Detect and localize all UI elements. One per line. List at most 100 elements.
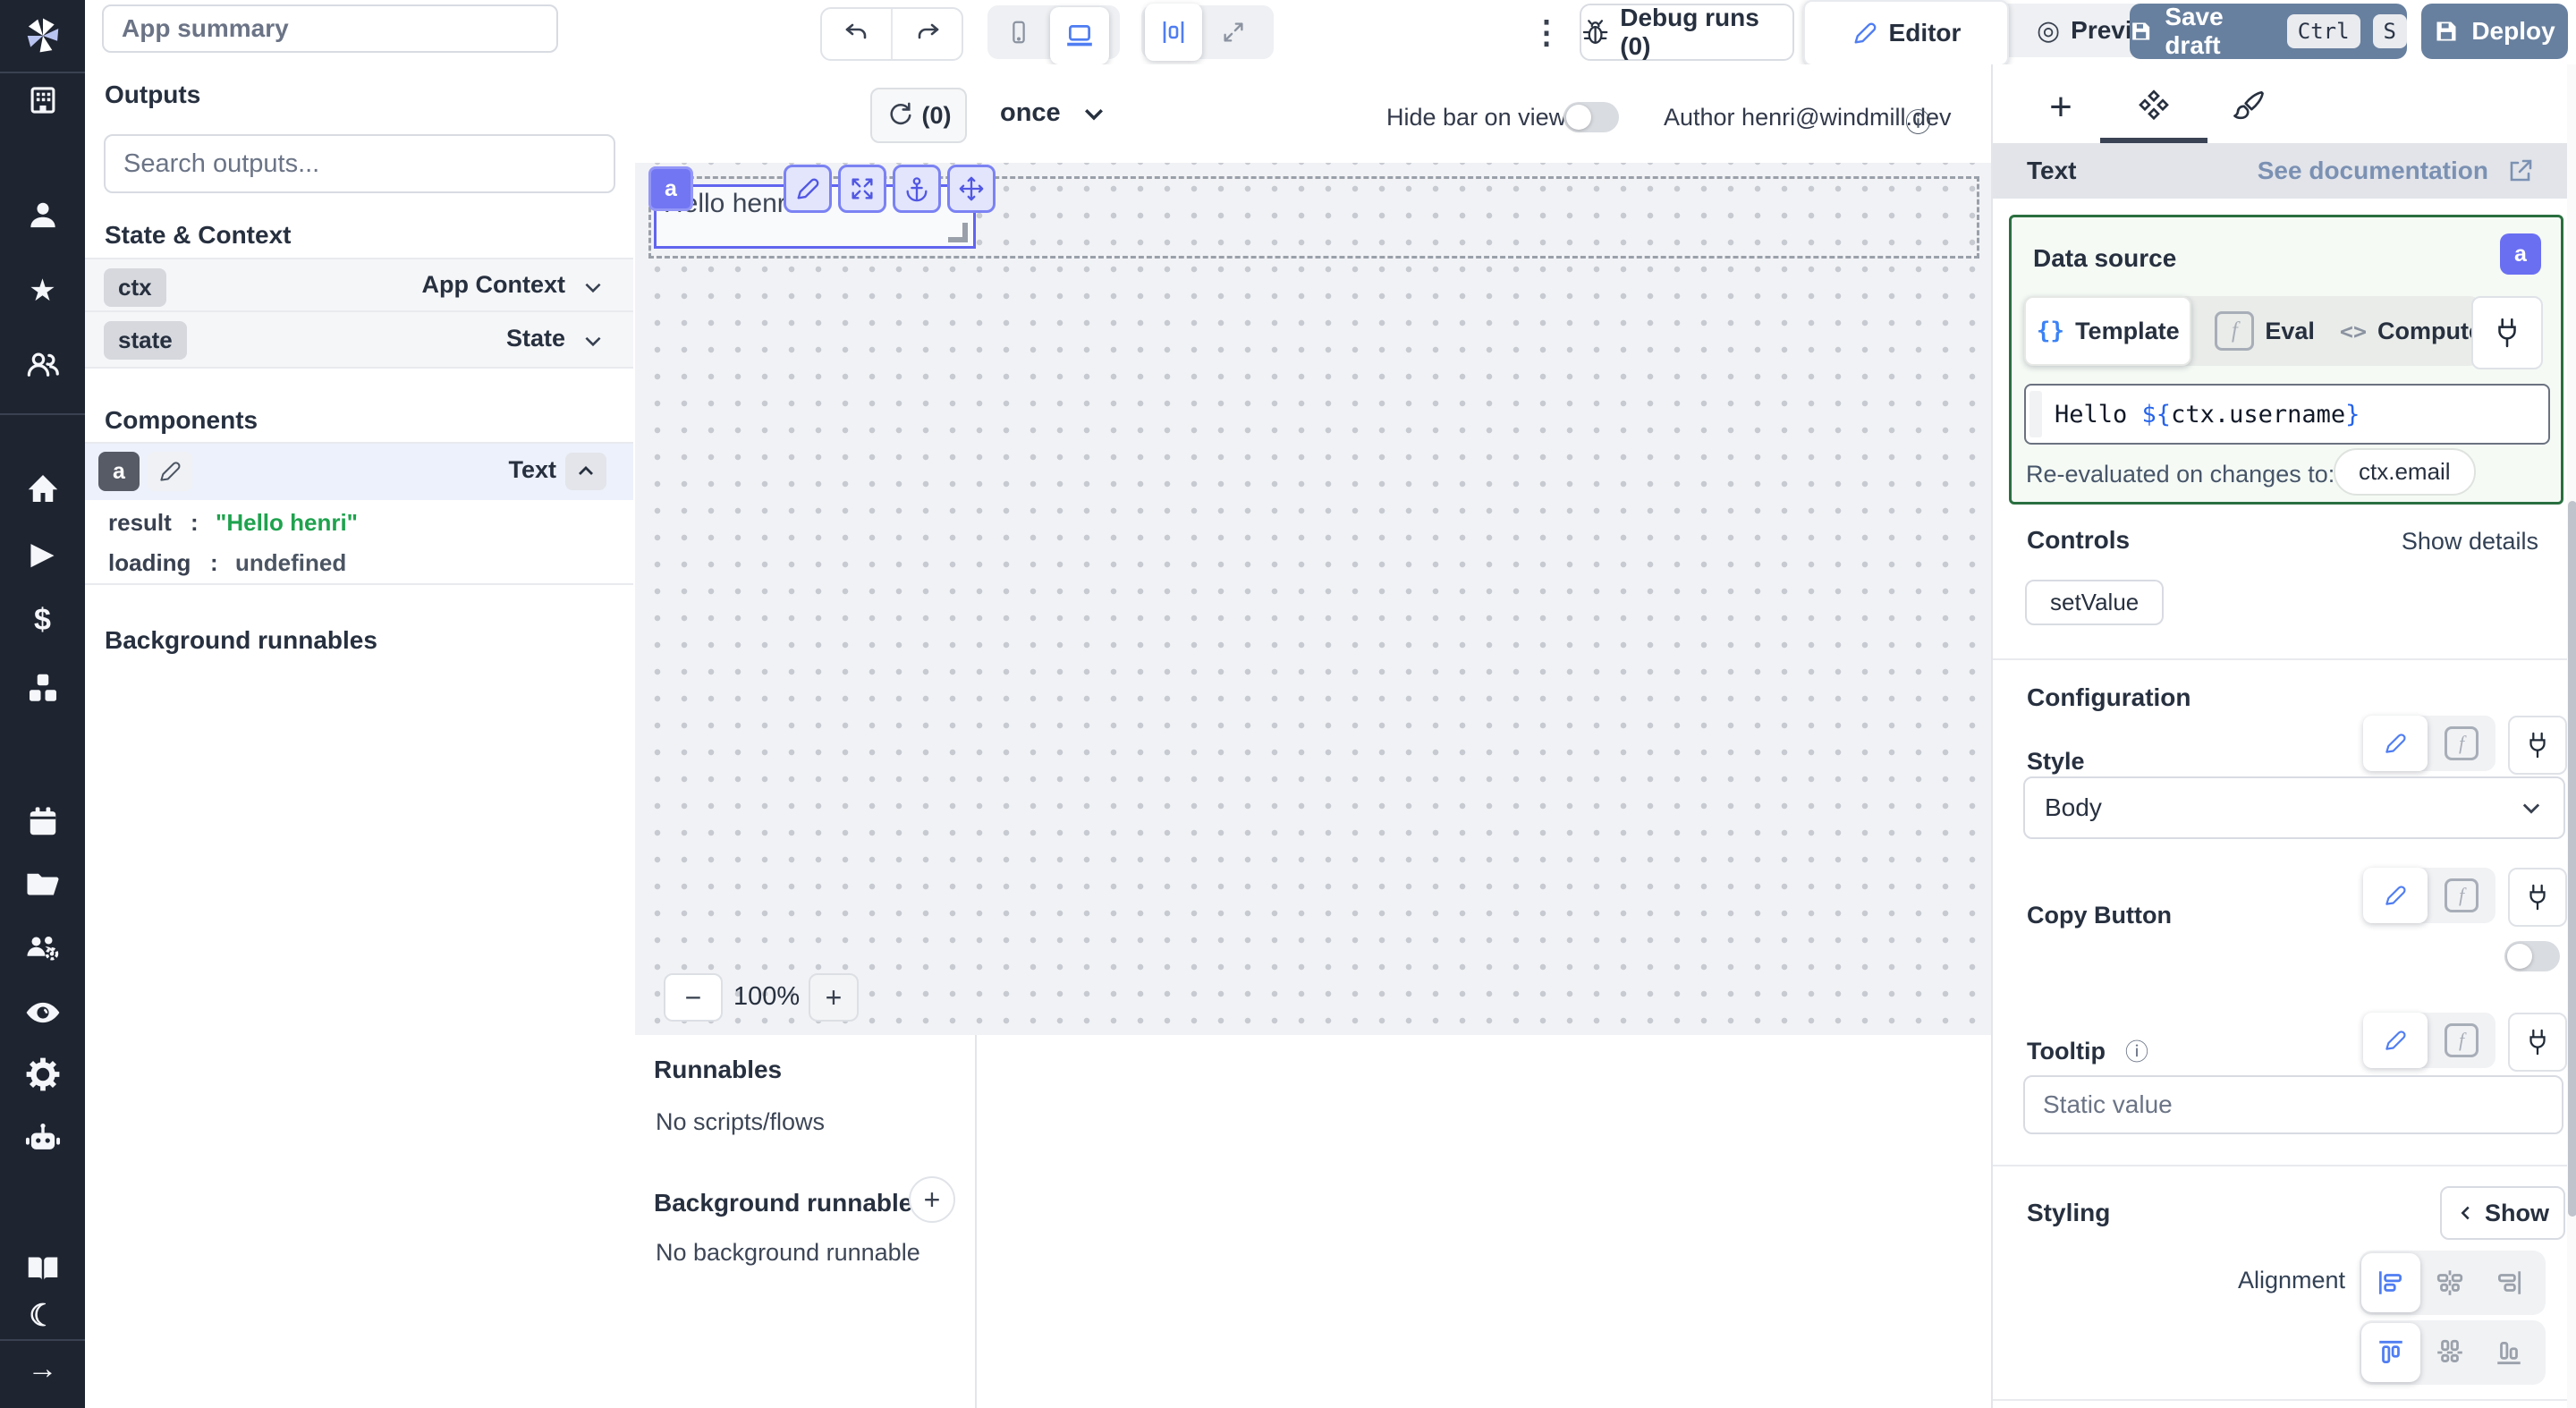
static-edit-button[interactable] [2363,716,2428,771]
desktop-view-button[interactable] [1050,7,1109,64]
docs-book-icon[interactable] [0,1247,85,1290]
outputs-title: Outputs [105,81,200,109]
user-icon[interactable] [0,194,85,237]
expand-component-button[interactable] [838,165,886,213]
variables-dollar-icon[interactable]: $ [0,598,85,641]
prop-loading-row[interactable]: loading : undefined [85,542,633,585]
copy-button-toggle[interactable] [2504,941,2560,971]
folders-icon[interactable] [0,862,85,905]
app-canvas[interactable]: Hello henri a − 100% + [635,163,1991,1035]
info-icon[interactable]: ⓘ [1905,102,1931,140]
chevron-down-icon[interactable] [581,329,605,352]
prop-result-row[interactable]: result : "Hello henri" [85,498,633,542]
align-right-button[interactable] [2479,1253,2538,1312]
panel-divider [975,1035,977,1408]
see-documentation-link[interactable]: See documentation [2258,157,2488,185]
hide-bar-toggle[interactable] [1563,102,1619,132]
component-settings-tab[interactable] [2125,81,2182,134]
copy-plug-button[interactable] [2508,868,2567,927]
chevron-down-icon[interactable] [581,276,605,299]
eval-edit-button[interactable]: f [2428,726,2496,760]
workspace-icon[interactable] [0,79,85,122]
redo-button[interactable] [893,9,962,59]
data-source-title: Data source [2033,244,2176,273]
static-edit-button[interactable] [2363,868,2428,923]
schedules-calendar-icon[interactable] [0,801,85,844]
align-top-button[interactable] [2361,1323,2420,1382]
anchor-component-button[interactable] [893,165,941,213]
component-row-a[interactable]: a Text [85,442,633,500]
ctx-row[interactable]: ctx App Context [85,258,633,312]
theme-brush-tab[interactable] [2220,81,2277,134]
eval-edit-button[interactable]: f [2428,878,2496,912]
undo-button[interactable] [822,9,893,59]
home-icon[interactable] [0,467,85,510]
more-options-button[interactable]: ⋮ [1527,7,1566,57]
static-edit-button[interactable] [2363,1013,2428,1068]
panel-scrollbar-track[interactable] [2567,64,2576,1408]
center-canvas-button[interactable] [1145,4,1202,61]
panel-scrollbar-thumb[interactable] [2568,501,2576,1217]
zoom-out-button[interactable]: − [664,973,723,1022]
set-value-button[interactable]: setValue [2025,580,2164,625]
component-type-label: Text [508,456,556,484]
align-left-button[interactable] [2361,1253,2420,1312]
search-outputs-input[interactable] [104,134,615,193]
settings-gear-icon[interactable] [0,1053,85,1096]
code-brackets-icon: <> [2340,318,2367,344]
add-background-runnable-button[interactable]: + [909,1176,955,1223]
rename-pencil-icon[interactable] [148,452,192,491]
refresh-mode-select[interactable]: once [1000,98,1107,128]
move-component-button[interactable] [947,165,996,213]
eval-edit-button[interactable]: f [2428,1023,2496,1057]
style-select[interactable]: Body [2023,776,2565,839]
zoom-in-button[interactable]: + [809,973,859,1022]
community-icon[interactable] [0,344,85,386]
eval-mode-tab[interactable]: f Eval [2215,311,2315,351]
reeval-dep-pill[interactable]: ctx.email [2334,448,2476,496]
save-draft-button[interactable]: Save draft Ctrl S [2130,4,2407,59]
debug-runs-button[interactable]: Debug runs (0) [1580,4,1794,61]
connect-plug-button[interactable] [2471,296,2543,369]
styling-show-button[interactable]: Show [2440,1186,2565,1240]
kbd-ctrl: Ctrl [2287,14,2360,48]
dark-mode-moon-icon[interactable]: ☾ [0,1294,85,1337]
collapse-chevron-up-button[interactable] [565,453,606,490]
style-plug-button[interactable] [2508,716,2567,775]
deploy-button[interactable]: Deploy [2421,4,2568,59]
function-icon: f [2445,726,2479,760]
windmill-logo-icon[interactable] [0,14,85,57]
tooltip-plug-button[interactable] [2508,1013,2567,1072]
insert-component-tab[interactable]: + [2032,81,2089,134]
app-summary-input[interactable] [102,4,558,53]
align-center-vertical-button[interactable] [2420,1323,2479,1382]
template-code-input[interactable]: Hello ${ctx.username} [2024,384,2550,445]
no-scripts-label: No scripts/flows [656,1108,825,1136]
favorites-star-icon[interactable]: ★ [0,269,85,312]
runs-play-icon[interactable]: ▶ [0,532,85,575]
ai-robot-icon[interactable] [0,1117,85,1160]
collapse-sidebar-arrow-icon[interactable]: → [0,1347,85,1390]
runnables-title: Runnables [654,1056,782,1084]
groups-admin-icon[interactable] [0,927,85,970]
compute-mode-tab[interactable]: <> Compute [2340,318,2482,345]
align-bottom-button[interactable] [2479,1323,2538,1382]
show-details-link[interactable]: Show details [2402,528,2538,556]
selected-component-badge[interactable]: a [648,166,693,211]
function-icon: f [2215,311,2254,351]
template-mode-tab[interactable]: {} Template [2024,296,2191,366]
align-center-horizontal-button[interactable] [2420,1253,2479,1312]
resize-handle[interactable] [948,223,968,242]
edit-component-button[interactable] [784,165,832,213]
resources-cubes-icon[interactable] [0,667,85,710]
fullscreen-canvas-button[interactable] [1206,9,1261,55]
external-link-icon[interactable] [2506,157,2535,185]
refresh-button[interactable]: (0) [870,88,967,143]
copy-button-label: Copy Button [2027,902,2172,929]
tooltip-input[interactable] [2023,1075,2563,1134]
audit-eye-icon[interactable] [0,991,85,1034]
state-row[interactable]: state State [85,310,633,369]
mobile-view-button[interactable] [991,9,1046,55]
sidebar-divider [0,413,85,415]
editor-tab[interactable]: Editor [1803,0,2009,66]
